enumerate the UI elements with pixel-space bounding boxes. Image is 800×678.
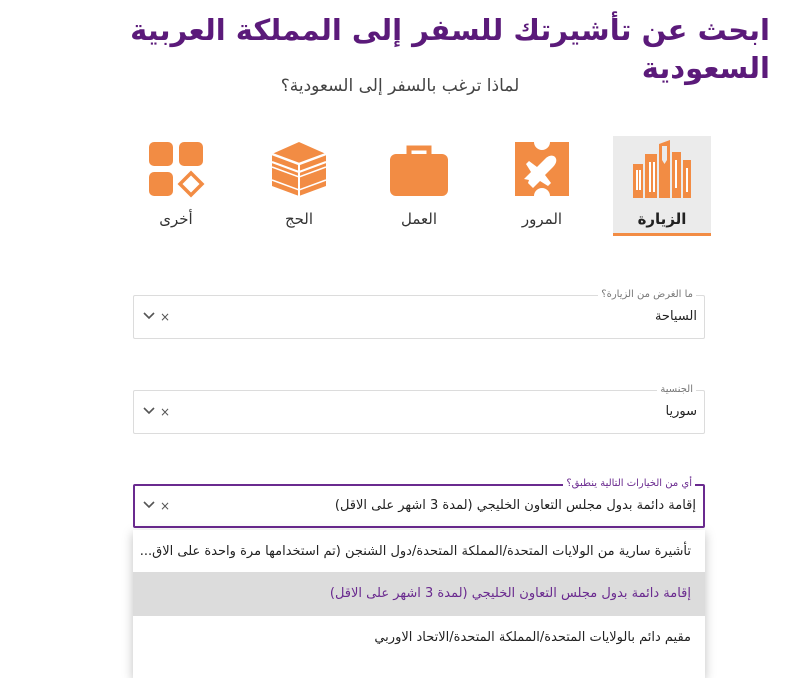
applicable-options-label: أي من الخيارات التالية ينطبق؟ — [563, 477, 695, 491]
purpose-other-label: أخرى — [159, 210, 193, 228]
purpose-visit-label: الزيارة — [637, 210, 687, 228]
clear-icon[interactable]: × — [160, 308, 170, 326]
purpose-transit[interactable]: المرور — [493, 136, 591, 236]
visit-purpose-value: السياحة — [654, 309, 697, 324]
clear-icon[interactable]: × — [160, 403, 170, 421]
chevron-down-icon[interactable] — [142, 308, 156, 322]
chevron-down-icon[interactable] — [142, 403, 156, 417]
dropdown-option[interactable]: تأشيرة سارية من الولايات المتحدة/المملكة… — [133, 530, 705, 574]
applicable-options-value: إقامة دائمة بدول مجلس التعاون الخليجي (ل… — [334, 498, 696, 513]
dropdown-option[interactable]: مقيم دائم بالولايات المتحدة/المملكة المت… — [133, 616, 705, 660]
nationality-label: الجنسية — [657, 383, 696, 397]
applicable-options-select[interactable]: أي من الخيارات التالية ينطبق؟ إقامة دائم… — [133, 477, 705, 528]
visit-purpose-select[interactable]: ما الغرض من الزيارة؟ السياحة × — [133, 288, 705, 339]
nationality-select[interactable]: الجنسية سوريا × — [133, 383, 705, 434]
purpose-visit[interactable]: الزيارة — [613, 136, 711, 236]
purpose-work-label: العمل — [400, 210, 437, 228]
purpose-work[interactable]: العمل — [370, 136, 468, 236]
dropdown-option-selected[interactable]: إقامة دائمة بدول مجلس التعاون الخليجي (ل… — [133, 572, 705, 616]
clear-icon[interactable]: × — [160, 497, 170, 515]
options-dropdown: تأشيرة سارية من الولايات المتحدة/المملكة… — [133, 530, 705, 678]
nationality-value: سوريا — [665, 404, 697, 419]
purpose-hajj-label: الحج — [284, 210, 314, 228]
chevron-down-icon[interactable] — [142, 497, 156, 511]
purpose-transit-label: المرور — [521, 210, 563, 228]
page-subtitle: لماذا ترغب بالسفر إلى السعودية؟ — [280, 76, 520, 96]
purpose-hajj[interactable]: الحج — [250, 136, 348, 236]
purpose-other[interactable]: أخرى — [127, 136, 225, 236]
visit-purpose-label: ما الغرض من الزيارة؟ — [598, 288, 696, 302]
